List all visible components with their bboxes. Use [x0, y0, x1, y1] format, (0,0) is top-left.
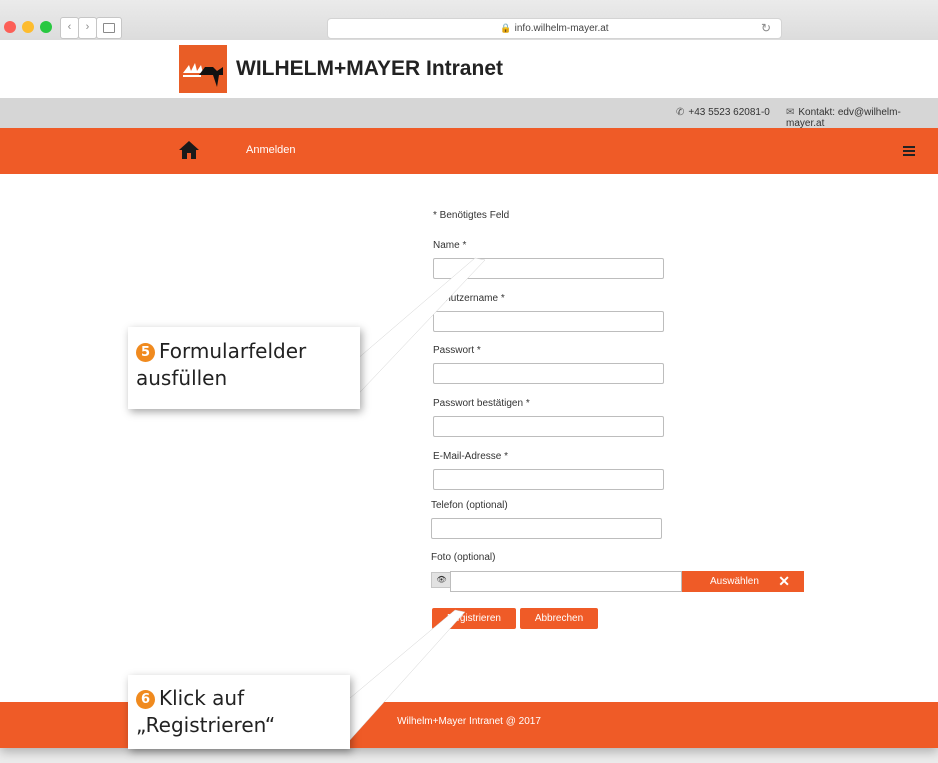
logo-mark-icon: [183, 63, 223, 87]
cancel-button[interactable]: Abbrechen: [520, 608, 598, 629]
forward-button[interactable]: ›: [78, 17, 97, 39]
lock-icon: 🔒: [500, 23, 512, 33]
email-label: E-Mail-Adresse *: [433, 451, 509, 462]
username-input[interactable]: [433, 311, 664, 332]
password-confirm-input[interactable]: [433, 416, 664, 437]
hamburger-menu-icon[interactable]: [903, 146, 915, 158]
company-logo[interactable]: [179, 45, 227, 93]
site-header: WILHELM+MAYER Intranet: [0, 40, 938, 98]
url-text: info.wilhelm-mayer.at: [514, 23, 609, 34]
back-button[interactable]: ‹: [60, 17, 79, 39]
choose-file-button[interactable]: Auswählen ✕: [682, 571, 804, 592]
phone-input[interactable]: [431, 518, 662, 539]
reload-icon[interactable]: ↻: [761, 19, 771, 38]
register-button[interactable]: Registrieren: [432, 608, 516, 629]
registration-form: * Benötigtes Feld Name * Benutzername * …: [0, 174, 938, 702]
password-confirm-label: Passwort bestätigen *: [433, 398, 530, 409]
phone-icon: ✆: [676, 107, 685, 118]
name-label: Name *: [433, 240, 467, 251]
phone-number: +43 5523 62081-0: [688, 107, 770, 118]
name-input[interactable]: [433, 258, 664, 279]
eye-icon[interactable]: 👁: [431, 572, 452, 588]
address-bar[interactable]: 🔒 info.wilhelm-mayer.at ↻: [327, 18, 782, 39]
username-label: Benutzername *: [433, 293, 505, 304]
footer-text: Wilhelm+Mayer Intranet @ 2017: [397, 716, 541, 727]
main-navbar: Anmelden: [0, 128, 938, 174]
home-icon[interactable]: [178, 140, 200, 165]
close-window-button[interactable]: [4, 21, 16, 33]
contact-bar: ✆ +43 5523 62081-0 ✉ Kontakt: edv@wilhelm-…: [0, 98, 938, 129]
password-input[interactable]: [433, 363, 664, 384]
sidebar-icon: [103, 23, 115, 33]
photo-label: Foto (optional): [431, 552, 496, 563]
callout-6-line2: „Registrieren“: [136, 713, 276, 737]
sidebar-toggle-button[interactable]: [96, 17, 122, 39]
step-5-badge: 5: [136, 343, 155, 362]
envelope-icon: ✉: [786, 107, 795, 118]
phone-label: Telefon (optional): [431, 500, 508, 511]
browser-toolbar: ‹ › 🔒 info.wilhelm-mayer.at ↻: [0, 0, 938, 41]
step-6-badge: 6: [136, 690, 155, 709]
phone-contact[interactable]: ✆ +43 5523 62081-0: [676, 107, 770, 118]
email-contact[interactable]: ✉ Kontakt: edv@wilhelm-mayer.at: [786, 107, 938, 129]
email-input[interactable]: [433, 469, 664, 490]
choose-file-label: Auswählen: [710, 576, 759, 587]
required-field-note: * Benötigtes Feld: [433, 210, 510, 221]
maximize-window-button[interactable]: [40, 21, 52, 33]
callout-6-line1: Klick auf: [159, 686, 245, 710]
callout-step-6: 6 Klick auf „Registrieren“: [128, 675, 350, 749]
email-address: Kontakt: edv@wilhelm-mayer.at: [786, 107, 901, 129]
callout-step-5: 5 Formularfelder ausfüllen: [128, 327, 360, 409]
photo-file-field[interactable]: [450, 571, 682, 592]
site-title: WILHELM+MAYER Intranet: [236, 57, 503, 80]
minimize-window-button[interactable]: [22, 21, 34, 33]
callout-5-line1: Formularfelder: [159, 339, 307, 363]
callout-5-line2: ausfüllen: [136, 366, 228, 390]
clear-file-icon[interactable]: ✕: [778, 571, 790, 592]
password-label: Passwort *: [433, 345, 481, 356]
nav-link-login[interactable]: Anmelden: [246, 144, 296, 156]
